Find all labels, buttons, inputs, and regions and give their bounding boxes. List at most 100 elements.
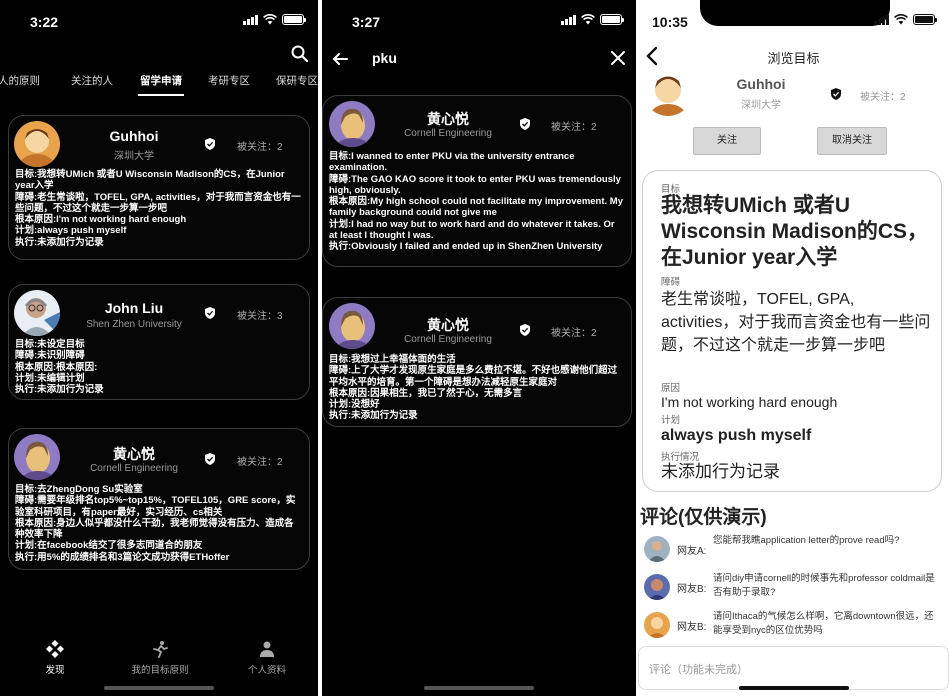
nav-label: 我的目标原则 [131, 665, 189, 676]
avatar[interactable] [14, 121, 60, 167]
user-school: Cornell Engineering [90, 463, 178, 474]
wifi-icon [581, 14, 595, 25]
plan-line: 计划:I had no way but to work hard and do … [329, 218, 615, 242]
goal-line: 目标:我想过上幸福体面的生活 [329, 354, 456, 365]
verified-badge-icon [520, 118, 530, 130]
page-title: 浏览目标 [767, 51, 820, 66]
nav-label: 个人资料 [247, 665, 286, 676]
follower-count: 被关注：2 [551, 122, 597, 133]
avatar[interactable] [329, 101, 375, 147]
avatar[interactable] [644, 68, 692, 116]
goal-card[interactable]: Guhhoi 深圳大学 被关注：2 目标:我想转UMich 或者U Wiscon… [8, 115, 310, 260]
status-time: 3:27 [352, 14, 381, 30]
user-school: 深圳大学 [114, 151, 154, 162]
screen-discover: 3:22 人的原则 关注的人 留学申请 考研专区 保研专区 Guhhoi 深圳大… [0, 0, 318, 696]
plan-line: 计划:always push myself [15, 225, 127, 237]
status-bar: 3:22 [0, 0, 318, 44]
comment-author: 网友B: [677, 584, 707, 595]
status-bar: 10:35 [638, 0, 949, 44]
goal-summary: 目标:我想转UMich 或者U Wisconsin Madison的CS，在Ju… [15, 169, 303, 248]
user-name: 黄心悦 [113, 446, 155, 462]
user-name: Guhhoi [736, 76, 786, 92]
verified-badge-icon [205, 453, 215, 465]
search-icon[interactable] [290, 44, 310, 64]
battery-icon [600, 14, 624, 25]
person-icon [260, 641, 274, 657]
plan-label: 计划 [661, 415, 681, 426]
plan-line: 计划:未编辑计划 [15, 372, 85, 384]
execution-line: 执行:Obviously I failed and ended up in Sh… [329, 241, 603, 253]
signal-icon [874, 14, 889, 25]
execution-text: 未添加行为记录 [661, 462, 780, 481]
follower-count: 被关注：2 [551, 328, 597, 339]
obstacle-line: 障碍:老生常谈啦，TOFEL, GPA, activities，对于我而言资金也… [15, 191, 301, 214]
battery-icon [282, 14, 306, 25]
avatar[interactable] [644, 536, 670, 562]
comment-text: 请问Ithaca的气候怎么样啊，它离downtown很远，还能享受到nyc的区位… [713, 611, 934, 636]
goal-card[interactable]: 黄心悦 Cornell Engineering 被关注：2 目标:去ZhengD… [8, 428, 310, 570]
avatar[interactable] [644, 612, 670, 638]
comments-title: 评论(仅供演示) [640, 507, 767, 528]
nav-profile[interactable]: 个人资料 [222, 640, 312, 676]
goal-line: 目标:I wanned to enter PKU via the univers… [329, 151, 575, 174]
verified-badge-icon [205, 138, 215, 150]
tab-principles[interactable]: 人的原则 [0, 73, 40, 88]
goal-card[interactable]: 黄心悦 Cornell Engineering 被关注：2 目标:I wanne… [322, 95, 632, 267]
screen-goal-detail: 10:35 浏览目标 Guhhoi 深圳大学 被关注：2 关注 取消关注 目标 … [638, 0, 949, 696]
nav-my-goals[interactable]: 我的目标原则 [115, 640, 205, 676]
follow-button[interactable]: 关注 [693, 127, 761, 155]
verified-badge-icon [831, 88, 841, 100]
obstacle-line: 障碍:The GAO KAO score it took to enter PK… [329, 173, 621, 196]
back-arrow-icon[interactable] [331, 50, 349, 68]
wifi-icon [263, 14, 277, 25]
comment-input[interactable]: 评论（功能未完成） [638, 646, 949, 690]
obstacle-label: 障碍 [661, 277, 681, 288]
signal-icon [243, 14, 258, 25]
user-name: 黄心悦 [427, 317, 469, 333]
goal-summary: 目标:未设定目标 障碍:未识别障碍 根本原因:根本原因: 计划:未编辑计划 执行… [15, 339, 303, 395]
tab-study-abroad[interactable]: 留学申请 [138, 73, 184, 96]
comment-item: 网友A: 您能帮我瞧application letter的prove read吗… [644, 534, 939, 570]
cause-line: 根本原因:My high school could not facilitate… [329, 196, 624, 219]
avatar[interactable] [329, 303, 375, 349]
cause-line: 根本原因:根本原因: [15, 361, 98, 373]
avatar[interactable] [644, 574, 670, 600]
execution-line: 执行:用5%的成绩排名和3篇论文成功获得ETHoffer [15, 551, 230, 563]
goal-card[interactable]: 黄心悦 Cornell Engineering 被关注：2 目标:我想过上幸福体… [322, 297, 632, 427]
goal-card[interactable]: John Liu Shen Zhen University 被关注：3 目标:未… [8, 284, 310, 400]
close-icon[interactable] [610, 50, 626, 66]
comment-text: 您能帮我瞧application letter的prove read吗? [713, 535, 900, 546]
user-school: Shen Zhen University [86, 319, 182, 330]
wifi-icon [894, 14, 908, 25]
plan-line: 计划:在facebook结交了很多志同道合的朋友 [15, 540, 203, 552]
verified-badge-icon [520, 324, 530, 336]
verified-badge-icon [205, 307, 215, 319]
comment-item: 网友B: 请问diy申请cornell的时候事先和professor coldm… [644, 572, 939, 608]
cause-text: I'm not working hard enough [661, 394, 838, 410]
goal-detail-card: 目标 我想转UMich 或者U Wisconsin Madison的CS，在Ju… [642, 170, 942, 492]
status-time: 3:22 [30, 14, 59, 30]
goal-text: 我想转UMich 或者U Wisconsin Madison的CS，在Junio… [661, 194, 929, 269]
status-bar: 3:27 [322, 0, 636, 44]
cause-line: 根本原因:因果相生，我已了然于心，无需多言 [329, 387, 523, 399]
user-name: Guhhoi [109, 128, 159, 144]
user-school: Cornell Engineering [404, 334, 492, 345]
obstacle-text: 老生常谈啦，TOFEL, GPA, activities，对于我而言资金也有一些… [661, 291, 931, 354]
search-query[interactable]: pku [372, 50, 397, 66]
status-time: 10:35 [652, 14, 688, 30]
follower-count: 被关注：2 [237, 457, 283, 468]
plan-line: 计划:没想好 [329, 399, 380, 411]
obstacle-line: 障碍:未识别障碍 [15, 350, 85, 362]
tab-postgrad-exam[interactable]: 考研专区 [208, 73, 250, 88]
goal-line: 目标:去ZhengDong Su实验室 [15, 484, 143, 495]
tab-following[interactable]: 关注的人 [71, 73, 113, 88]
goal-summary: 目标:I wanned to enter PKU via the univers… [329, 151, 625, 253]
avatar[interactable] [14, 290, 60, 336]
tab-postgrad-recommend[interactable]: 保研专区 [276, 73, 318, 88]
plan-text: always push myself [661, 427, 812, 444]
comment-item: 网友B: 请问Ithaca的气候怎么样啊，它离downtown很远，还能享受到n… [644, 610, 939, 646]
avatar[interactable] [14, 434, 60, 480]
unfollow-button[interactable]: 取消关注 [817, 127, 887, 155]
nav-discover[interactable]: 发现 [10, 640, 100, 676]
execution-line: 执行:未添加行为记录 [15, 236, 104, 248]
